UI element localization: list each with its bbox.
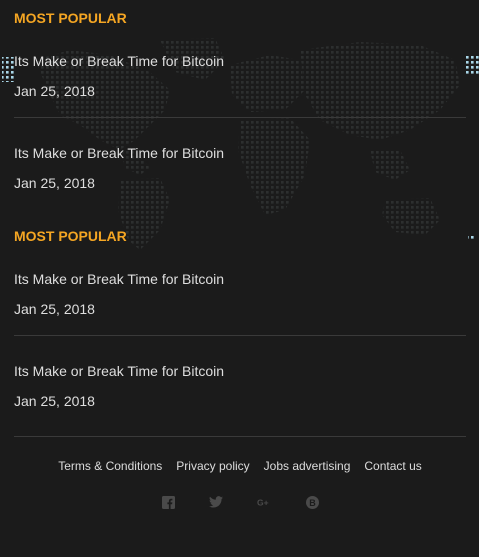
section-title: MOST POPULAR — [14, 228, 127, 244]
post-date: Jan 25, 2018 — [14, 83, 95, 99]
post-title-link[interactable]: Its Make or Break Time for Bitcoin — [14, 144, 466, 162]
footer-link-jobs[interactable]: Jobs advertising — [264, 458, 351, 474]
post-title-link[interactable]: Its Make or Break Time for Bitcoin — [14, 52, 466, 70]
footer-link-privacy[interactable]: Privacy policy — [176, 458, 249, 474]
footer-link-contact[interactable]: Contact us — [364, 458, 421, 474]
post-item: Its Make or Break Time for Bitcoin Jan 2… — [14, 336, 466, 410]
post-title-link[interactable]: Its Make or Break Time for Bitcoin — [14, 362, 466, 380]
google-plus-icon[interactable]: G+ — [257, 495, 271, 509]
section-title: MOST POPULAR — [14, 10, 127, 26]
post-title-link[interactable]: Its Make or Break Time for Bitcoin — [14, 270, 466, 288]
bitcoin-icon[interactable]: B — [305, 495, 319, 509]
content: MOST POPULAR Its Make or Break Time for … — [0, 0, 479, 510]
most-popular-section: MOST POPULAR Its Make or Break Time for … — [14, 0, 466, 192]
post-item: Its Make or Break Time for Bitcoin Jan 2… — [14, 26, 466, 100]
twitter-icon[interactable] — [209, 495, 223, 509]
svg-text:G+: G+ — [257, 498, 269, 508]
footer-link-terms[interactable]: Terms & Conditions — [58, 458, 162, 474]
post-date: Jan 25, 2018 — [14, 175, 95, 191]
footer-links: Terms & Conditions Privacy policy Jobs a… — [14, 458, 466, 474]
facebook-icon[interactable] — [161, 495, 175, 509]
post-item: Its Make or Break Time for Bitcoin Jan 2… — [14, 244, 466, 318]
social-icons: G+ B — [14, 494, 466, 510]
post-item: Its Make or Break Time for Bitcoin Jan 2… — [14, 118, 466, 192]
svg-text:B: B — [309, 498, 316, 508]
post-date: Jan 25, 2018 — [14, 393, 95, 409]
most-popular-section: MOST POPULAR Its Make or Break Time for … — [14, 218, 466, 410]
post-date: Jan 25, 2018 — [14, 301, 95, 317]
footer-divider — [14, 436, 466, 437]
